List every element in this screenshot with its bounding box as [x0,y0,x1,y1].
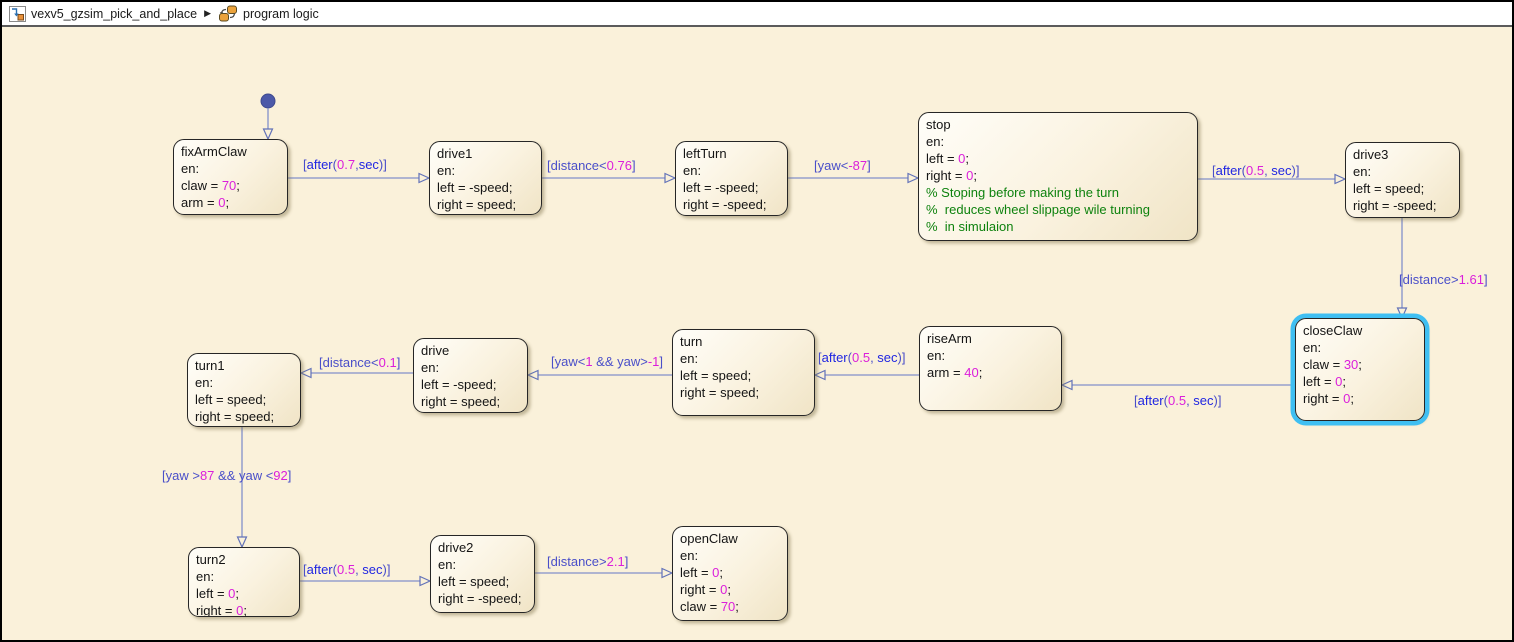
transition-arrowhead [301,369,311,378]
transition-label-t9[interactable]: [distance<0.1] [319,355,400,371]
state-body: en:left = speed;right = speed; [680,350,807,401]
transition-arrowhead [815,371,825,380]
state-body: en:left = speed;right = -speed; [438,556,527,607]
state-title: turn1 [195,357,293,374]
state-title: drive [421,342,520,359]
transition-label-t6[interactable]: [after(0.5, sec)] [1134,393,1221,409]
state-body: en:claw = 30;left = 0;right = 0; [1303,339,1417,407]
state-title: turn2 [196,551,292,568]
state-turn2[interactable]: turn2 en:left = 0;right = 0; [188,547,300,617]
state-title: drive2 [438,539,527,556]
transition-label-t11[interactable]: [after(0.5, sec)] [303,562,390,578]
transition-label-t8[interactable]: [yaw<1 && yaw>-1] [551,354,663,370]
state-openClaw[interactable]: openClaw en:left = 0;right = 0;claw = 70… [672,526,788,621]
transition-arrowhead [1335,175,1345,184]
transition-label-t1[interactable]: [after(0.7,sec)] [303,157,387,173]
state-title: riseArm [927,330,1054,347]
breadcrumb-chart[interactable]: program logic [243,7,319,21]
state-body: en:left = 0;right = 0;claw = 70; [680,547,780,615]
stateflow-chart-icon [218,5,238,22]
transition-label-t3[interactable]: [yaw<-87] [814,158,871,174]
transition-arrowhead [662,569,672,578]
state-title: fixArmClaw [181,143,280,160]
transition-label-t2[interactable]: [distance<0.76] [547,158,636,174]
state-body: en:left = speed;right = speed; [195,374,293,425]
state-body: en:left = -speed;right = -speed; [683,162,780,213]
state-drive2[interactable]: drive2 en:left = speed;right = -speed; [430,535,535,613]
transition-arrowhead [1062,381,1072,390]
state-riseArm[interactable]: riseArm en:arm = 40; [919,326,1062,411]
state-leftTurn[interactable]: leftTurn en:left = -speed;right = -speed… [675,141,788,216]
state-body: en:left = -speed;right = speed; [421,359,520,410]
state-body: en:left = speed;right = -speed; [1353,163,1452,214]
simulink-model-icon [9,6,26,22]
state-turn1[interactable]: turn1 en:left = speed;right = speed; [187,353,301,427]
breadcrumb-bar: vexv5_gzsim_pick_and_place ▶ program log… [2,2,1512,27]
state-drive3[interactable]: drive3 en:left = speed;right = -speed; [1345,142,1460,218]
transition-arrowhead [238,537,247,547]
state-title: stop [926,116,1190,133]
transition-arrowhead [419,174,429,183]
transition-label-t10[interactable]: [yaw >87 && yaw <92] [162,468,291,484]
transition-arrowhead [908,174,918,183]
transition-arrowhead [665,174,675,183]
initial-transition-dot[interactable] [261,94,275,108]
transition-label-t4[interactable]: [after(0.5, sec)] [1212,163,1299,179]
state-drive[interactable]: drive en:left = -speed;right = speed; [413,338,528,413]
transition-label-t12[interactable]: [distance>2.1] [547,554,628,570]
breadcrumb-model[interactable]: vexv5_gzsim_pick_and_place [31,7,197,21]
transition-label-t7[interactable]: [after(0.5, sec)] [818,350,905,366]
stateflow-editor-window: vexv5_gzsim_pick_and_place ▶ program log… [0,0,1514,642]
state-body: en:claw = 70;arm = 0; [181,160,280,211]
state-body: en:arm = 40; [927,347,1054,381]
state-body: en:left = 0;right = 0;% Stoping before m… [926,133,1190,235]
state-body: en:left = 0;right = 0; [196,568,292,617]
transition-arrowhead [420,577,430,586]
state-turn[interactable]: turn en:left = speed;right = speed; [672,329,815,416]
transition-arrowhead [264,129,273,139]
state-title: openClaw [680,530,780,547]
state-title: closeClaw [1303,322,1417,339]
breadcrumb-separator-icon: ▶ [202,8,213,19]
state-title: drive3 [1353,146,1452,163]
transition-arrowhead [1398,308,1407,318]
state-fixArmClaw[interactable]: fixArmClaw en:claw = 70;arm = 0; [173,139,288,215]
chart-canvas[interactable]: fixArmClaw en:claw = 70;arm = 0; drive1 … [2,27,1512,638]
state-stop[interactable]: stop en:left = 0;right = 0;% Stoping bef… [918,112,1198,241]
state-body: en:left = -speed;right = speed; [437,162,534,213]
transition-label-t5[interactable]: [distance>1.61] [1399,272,1488,288]
state-title: turn [680,333,807,350]
state-drive1[interactable]: drive1 en:left = -speed;right = speed; [429,141,542,215]
transition-arrowhead [528,371,538,380]
state-title: leftTurn [683,145,780,162]
state-closeClaw[interactable]: closeClaw en:claw = 30;left = 0;right = … [1295,318,1425,421]
state-title: drive1 [437,145,534,162]
